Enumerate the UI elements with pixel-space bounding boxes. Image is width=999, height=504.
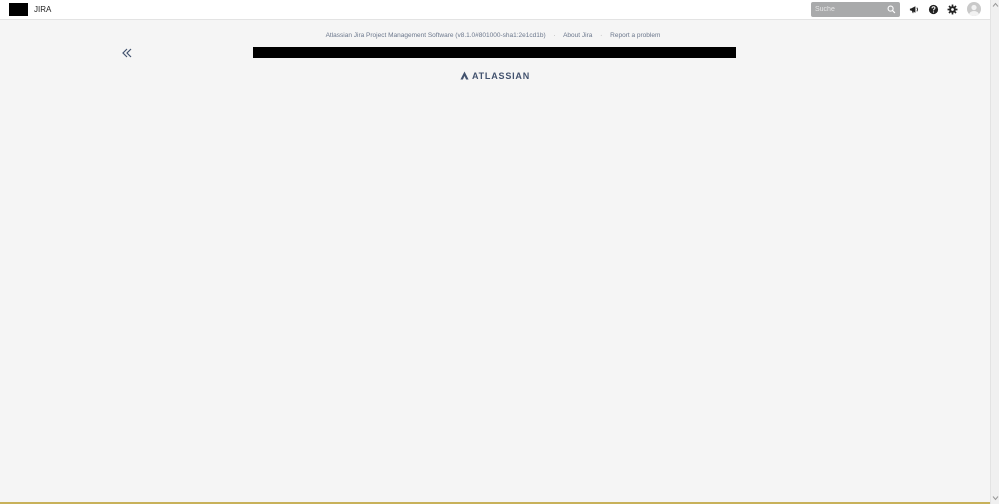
report-problem-link[interactable]: Report a problem [610, 32, 660, 39]
user-avatar[interactable] [967, 2, 981, 16]
top-navigation-bar: JIRA [0, 0, 990, 20]
separator: · [553, 32, 556, 39]
vertical-scrollbar[interactable] [990, 0, 999, 504]
settings-icon[interactable] [947, 4, 958, 15]
search-icon[interactable] [887, 5, 896, 14]
atlassian-wordmark: ATLASSIAN [472, 70, 531, 81]
sidebar [0, 21, 143, 504]
collapse-sidebar-icon[interactable] [121, 47, 133, 59]
about-jira-link[interactable]: About Jira [563, 32, 592, 39]
scroll-up-icon[interactable] [992, 2, 999, 8]
atlassian-brand[interactable]: ATLASSIAN [460, 70, 530, 81]
logo[interactable] [9, 3, 28, 16]
app-name[interactable]: JIRA [34, 5, 51, 14]
help-icon[interactable] [928, 4, 939, 15]
scroll-down-icon[interactable] [992, 495, 999, 501]
search-input[interactable] [815, 4, 881, 15]
software-info-link[interactable]: Atlassian Jira Project Management Softwa… [326, 32, 546, 39]
atlassian-logo-icon [460, 71, 469, 80]
announcement-icon[interactable] [909, 4, 920, 15]
search-box[interactable] [811, 2, 900, 17]
footer-links: Atlassian Jira Project Management Softwa… [143, 32, 843, 39]
redacted-banner [253, 47, 736, 58]
separator: · [600, 32, 603, 39]
user-silhouette-icon [969, 4, 979, 16]
